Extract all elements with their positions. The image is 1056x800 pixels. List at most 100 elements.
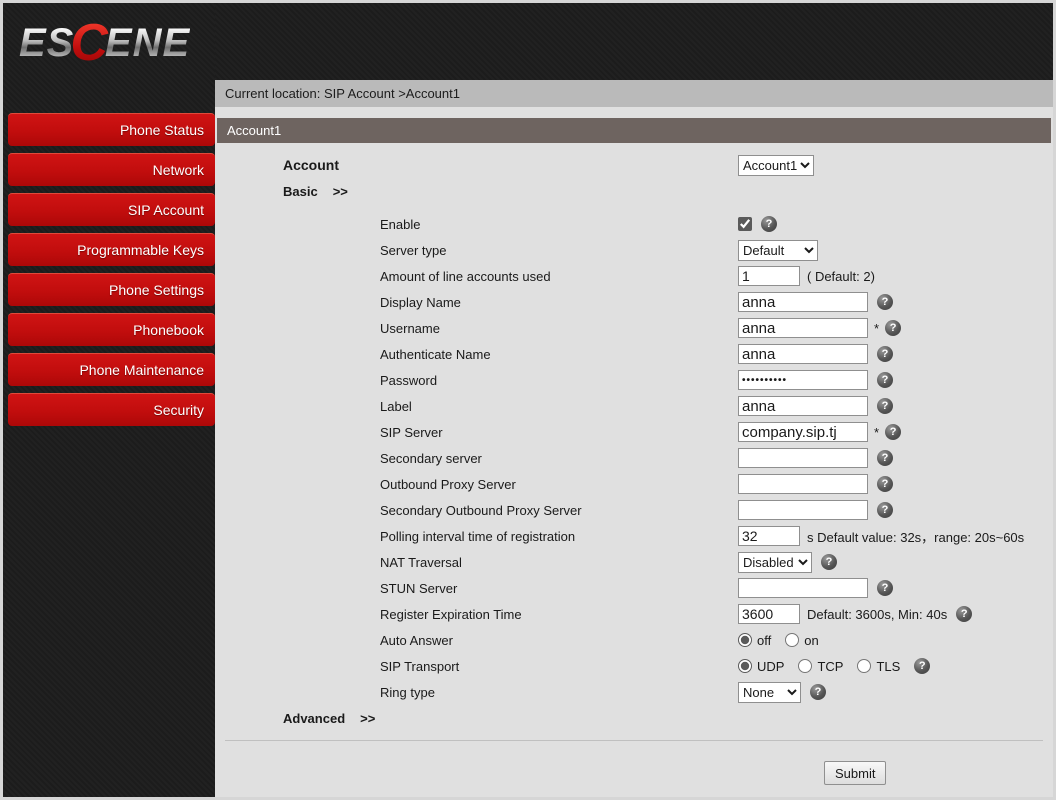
field-row-auth-name: Authenticate Name ? [215,341,1053,367]
field-label: Label [380,398,412,414]
account-form: Account Account1 Basic >> Enable ? Serve… [215,143,1053,785]
sip-transport-tls-radio[interactable] [857,659,872,673]
sidebar-item-phone-settings[interactable]: Phone Settings [8,273,215,306]
account-select[interactable]: Account1 [738,154,814,176]
field-label: SIP Transport [380,658,460,674]
server-type-select[interactable]: Default [738,239,818,261]
help-icon[interactable]: ? [885,320,902,336]
help-icon[interactable]: ? [877,502,893,518]
register-expiration-input[interactable] [738,604,800,624]
display-name-input[interactable] [738,292,868,312]
stun-server-input[interactable] [738,578,868,598]
auto-answer-off-radio[interactable] [738,633,752,647]
field-row-sip-transport: SIP Transport UDP TCP TLS ? [215,653,1053,679]
field-row-outbound-proxy: Outbound Proxy Server ? [215,471,1053,497]
submit-button[interactable]: Submit [824,761,887,785]
auto-answer-on-label[interactable]: on [804,633,818,648]
sidebar-item-sip-account[interactable]: SIP Account [8,193,215,226]
field-label: SIP Server [380,424,443,440]
sip-transport-tcp-radio[interactable] [798,659,813,673]
sidebar-item-phone-maintenance[interactable]: Phone Maintenance [8,353,215,386]
advanced-section-toggle[interactable]: Advanced >> [215,705,1053,731]
label-input[interactable] [738,396,868,416]
help-icon[interactable]: ? [877,580,893,596]
help-icon[interactable]: ? [956,606,973,622]
field-label: Password [380,372,438,388]
authenticate-name-input[interactable] [738,344,868,364]
field-row-secondary-outbound-proxy: Secondary Outbound Proxy Server ? [215,497,1053,523]
field-label: Enable [380,216,421,232]
field-label: Secondary server [380,450,482,466]
ring-type-select[interactable]: None [738,681,801,703]
sidebar-item-phone-status[interactable]: Phone Status [8,113,215,146]
field-row-register-expiration: Register Expiration Time Default: 3600s,… [215,601,1053,627]
help-icon[interactable]: ? [877,398,893,414]
field-label: Amount of line accounts used [380,268,551,284]
username-input[interactable] [738,318,868,338]
help-icon[interactable]: ? [877,346,893,362]
sip-server-input[interactable] [738,422,868,442]
field-row-password: Password ? [215,367,1053,393]
help-icon[interactable]: ? [877,450,893,466]
help-icon[interactable]: ? [885,424,902,440]
enable-checkbox[interactable] [738,217,752,231]
required-asterisk: * [874,424,880,440]
section-title-text: Account1 [227,123,282,138]
sidebar-item-label: Security [153,402,204,418]
field-label: Outbound Proxy Server [380,476,516,492]
field-label: Authenticate Name [380,346,491,362]
page-frame: ESCENE Phone Status Network SIP Account … [0,0,1056,800]
sidebar-item-programmable-keys[interactable]: Programmable Keys [8,233,215,266]
sip-transport-udp-radio[interactable] [738,659,752,673]
field-row-stun-server: STUN Server ? [215,575,1053,601]
sidebar-item-network[interactable]: Network [8,153,215,186]
field-row-polling-interval: Polling interval time of registration s … [215,523,1053,549]
sip-transport-tls-label[interactable]: TLS [876,659,900,674]
field-row-display-name: Display Name ? [215,289,1053,315]
help-icon[interactable]: ? [877,372,893,388]
field-row-secondary-server: Secondary server ? [215,445,1053,471]
field-label: Ring type [380,684,435,700]
field-row-account: Account Account1 [215,152,1053,178]
field-label: Auto Answer [380,632,453,648]
sip-transport-udp-label[interactable]: UDP [757,659,784,674]
help-icon[interactable]: ? [821,554,837,570]
password-input[interactable] [738,370,868,390]
sidebar-menu: Phone Status Network SIP Account Program… [3,110,215,426]
field-row-enable: Enable ? [215,211,1053,237]
secondary-outbound-proxy-input[interactable] [738,500,868,520]
account-label: Account [283,157,339,173]
required-asterisk: * [874,320,880,336]
chevron-right-double-icon: >> [360,710,376,726]
help-icon[interactable]: ? [914,658,931,674]
submit-row: Submit [215,761,1053,785]
help-icon[interactable]: ? [761,216,777,232]
outbound-proxy-input[interactable] [738,474,868,494]
help-icon[interactable]: ? [810,684,826,700]
auto-answer-off-label[interactable]: off [757,633,771,648]
sidebar-item-phonebook[interactable]: Phonebook [8,313,215,346]
field-label: Secondary Outbound Proxy Server [380,502,582,518]
polling-interval-input[interactable] [738,526,800,546]
help-icon[interactable]: ? [877,476,893,492]
sidebar-item-label: SIP Account [127,202,204,218]
field-row-nat-traversal: NAT Traversal Disabled ? [215,549,1053,575]
sidebar-item-label: Network [152,162,204,178]
field-row-username: Username * ? [215,315,1053,341]
logo-text-right: ENE [104,21,191,65]
field-hint: Default: 3600s, Min: 40s [807,606,948,622]
field-label: Username [380,320,440,336]
basic-label: Basic [283,183,318,199]
nat-traversal-select[interactable]: Disabled [738,551,812,573]
sip-transport-tcp-label[interactable]: TCP [817,659,843,674]
field-row-auto-answer: Auto Answer off on [215,627,1053,653]
basic-section-toggle[interactable]: Basic >> [215,178,1053,204]
line-accounts-input[interactable] [738,266,800,286]
secondary-server-input[interactable] [738,448,868,468]
sidebar-item-security[interactable]: Security [8,393,215,426]
auto-answer-on-radio[interactable] [785,633,800,647]
section-title-bar: Account1 [217,118,1051,143]
help-icon[interactable]: ? [877,294,893,310]
